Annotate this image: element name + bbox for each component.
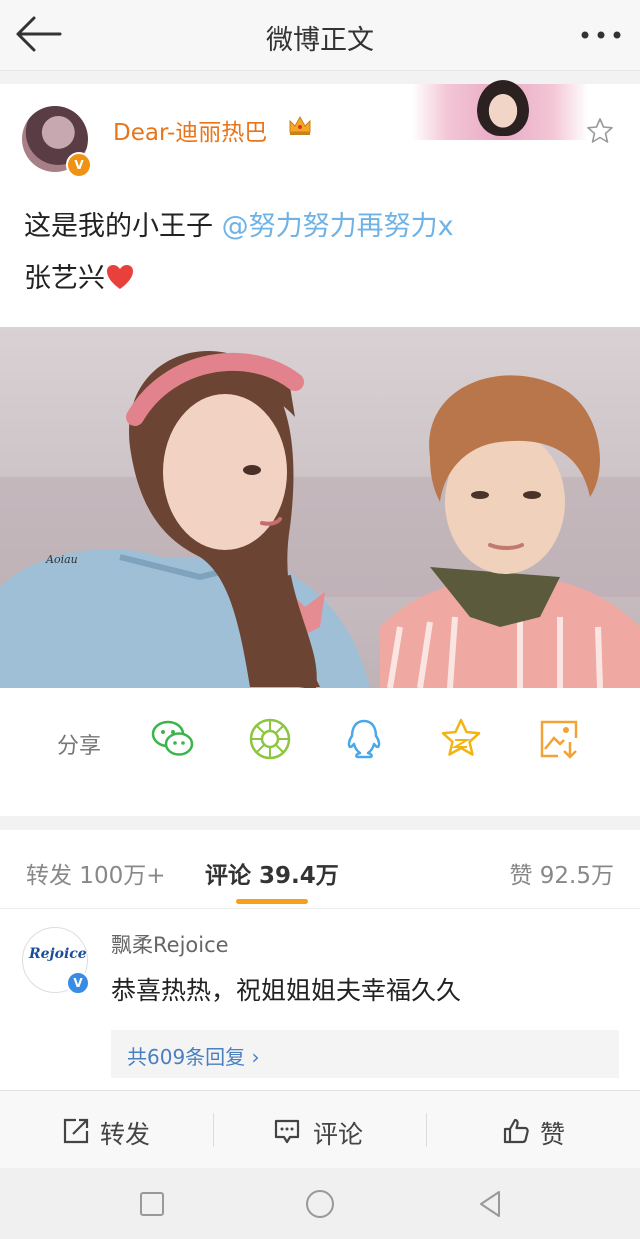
comment-text: 恭喜热热，祝姐姐姐夫幸福久久 xyxy=(111,976,462,1005)
moments-icon[interactable] xyxy=(247,716,293,762)
active-tab-indicator xyxy=(236,899,308,904)
comment-button[interactable]: 评论 xyxy=(213,1091,426,1169)
back-icon[interactable] xyxy=(474,1188,506,1220)
home-icon[interactable] xyxy=(304,1188,336,1220)
crown-icon xyxy=(289,115,311,135)
tab-repost[interactable]: 转发 100万+ xyxy=(26,856,165,890)
fan-banner-portrait xyxy=(477,80,529,136)
replies-link[interactable]: 共609条回复 › xyxy=(111,1030,619,1078)
post-text-line1: 这是我的小王子 xyxy=(24,211,222,242)
photo-watermark: Aoiau xyxy=(45,553,78,566)
wechat-icon[interactable] xyxy=(150,716,196,762)
repost-button[interactable]: 转发 xyxy=(0,1091,213,1169)
qq-icon[interactable] xyxy=(341,716,387,762)
share-label: 分享 xyxy=(57,734,102,759)
system-nav-bar xyxy=(0,1168,640,1239)
comment-icon xyxy=(274,1119,300,1144)
post-text: 这是我的小王子 @努力努力再努力x 张艺兴 xyxy=(24,201,454,305)
page-title: 微博正文 xyxy=(266,25,374,56)
repost-icon xyxy=(63,1118,89,1144)
post-username[interactable]: Dear-迪丽热巴 xyxy=(113,113,267,147)
heart-icon xyxy=(107,265,133,289)
tab-like[interactable]: 赞 92.5万 xyxy=(509,856,614,890)
bottom-action-bar: 转发 评论 赞 xyxy=(0,1090,640,1169)
favorite-icon[interactable] xyxy=(438,716,484,762)
avatar-logo: Rejoice xyxy=(29,946,87,962)
verified-badge: V xyxy=(66,152,92,178)
comment-item: Rejoice V 飘柔Rejoice 恭喜热热，祝姐姐姐夫幸福久久 共609条… xyxy=(0,909,640,1090)
top-bar: 微博正文 xyxy=(0,0,640,71)
comment-username[interactable]: 飘柔Rejoice xyxy=(111,929,229,959)
post-photo[interactable]: Aoiau xyxy=(0,327,640,688)
comment-label: 评论 xyxy=(313,1120,364,1149)
save-image-icon[interactable] xyxy=(536,716,582,762)
recent-apps-icon[interactable] xyxy=(136,1188,168,1220)
like-label: 赞 xyxy=(540,1120,566,1149)
like-button[interactable]: 赞 xyxy=(426,1091,639,1169)
thumbs-up-icon xyxy=(503,1118,529,1144)
mention-link[interactable]: @努力努力再努力x xyxy=(222,211,454,242)
replies-count: 共609条回复 › xyxy=(127,1045,260,1069)
tab-comment[interactable]: 评论 39.4万 xyxy=(205,856,339,890)
more-options-icon[interactable] xyxy=(580,30,622,40)
stats-tabs: 转发 100万+ 评论 39.4万 赞 92.5万 xyxy=(0,830,640,909)
post-card: V Dear-迪丽热巴 这是我的小王子 @努力努力再努力x 张艺兴 Aoiau … xyxy=(0,80,640,816)
verified-badge: V xyxy=(66,971,90,995)
repost-label: 转发 xyxy=(100,1120,151,1149)
star-icon[interactable] xyxy=(585,116,615,146)
share-row: 分享 xyxy=(0,694,640,794)
post-text-line2: 张艺兴 xyxy=(24,263,105,294)
